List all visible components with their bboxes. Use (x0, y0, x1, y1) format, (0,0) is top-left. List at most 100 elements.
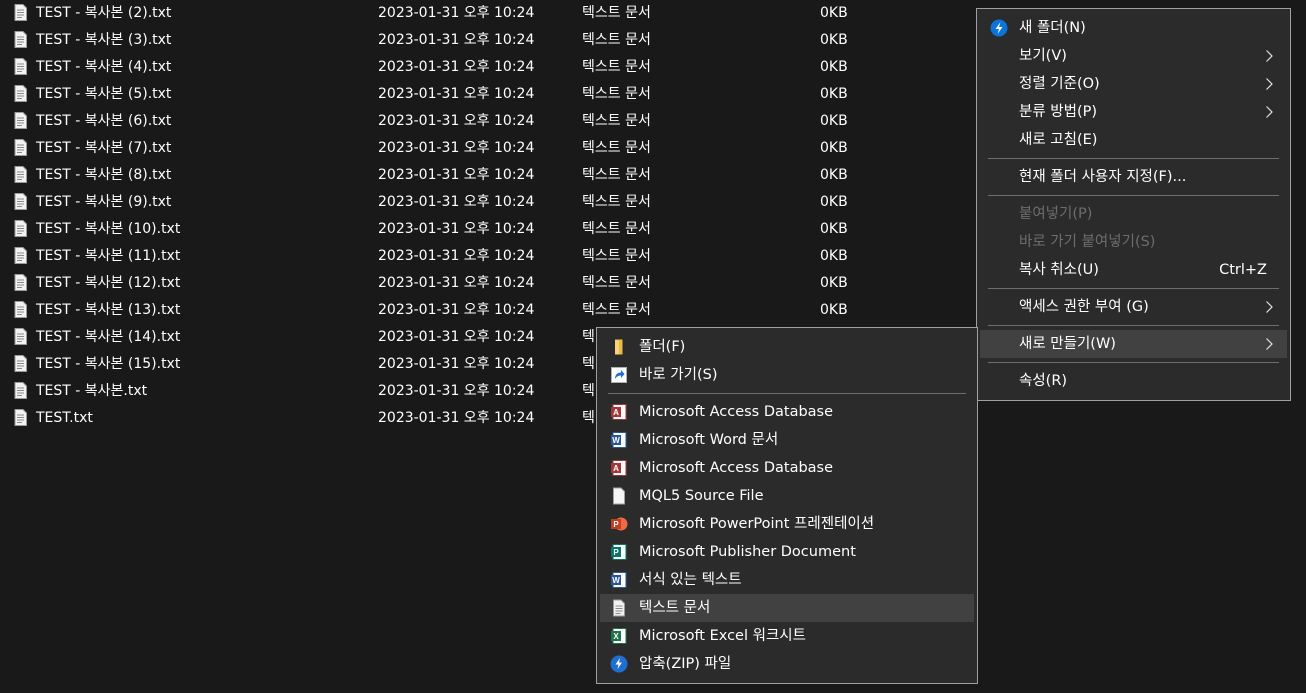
publisher-icon: P (611, 544, 627, 560)
file-row[interactable]: TEST - 복사본 (7).txt 2023-01-31 오후 10:24 텍… (0, 135, 980, 162)
file-name: TEST - 복사본 (12).txt (36, 275, 181, 291)
new-submenu: 폴더(F) 바로 가기(S) A Microsoft Access Databa… (596, 327, 978, 684)
file-date: 2023-01-31 오후 10:24 (378, 410, 535, 426)
submenu-item-text-doc[interactable]: 텍스트 문서 (600, 594, 974, 622)
menu-separator (988, 195, 1279, 196)
menu-item-group-by[interactable]: 분류 방법(P) (980, 98, 1287, 126)
svg-text:W: W (612, 576, 620, 585)
menu-item-label: 텍스트 문서 (639, 600, 711, 616)
menu-item-label: Microsoft Excel 워크시트 (639, 628, 806, 644)
svg-text:W: W (612, 436, 620, 445)
menu-item-label: 폴더(F) (639, 339, 686, 355)
file-row[interactable]: TEST - 복사본 (12).txt 2023-01-31 오후 10:24 … (0, 270, 980, 297)
file-type: 텍스트 문서 (582, 302, 651, 318)
file-row[interactable]: TEST - 복사본 (10).txt 2023-01-31 오후 10:24 … (0, 216, 980, 243)
file-name: TEST - 복사본 (11).txt (36, 248, 181, 264)
new-folder-icon (990, 19, 1008, 37)
file-row[interactable]: TEST - 복사본 (11).txt 2023-01-31 오후 10:24 … (0, 243, 980, 270)
submenu-item-access-db-2[interactable]: A Microsoft Access Database (600, 454, 974, 482)
file-row[interactable]: TEST - 복사본 (4).txt 2023-01-31 오후 10:24 텍… (0, 54, 980, 81)
menu-item-label: 정렬 기준(O) (1019, 76, 1100, 92)
menu-item-label: Microsoft Word 문서 (639, 432, 779, 448)
submenu-item-rich-text[interactable]: W 서식 있는 텍스트 (600, 566, 974, 594)
menu-item-label: Microsoft Access Database (639, 404, 834, 420)
chevron-right-icon (1266, 301, 1273, 313)
submenu-item-word-doc[interactable]: W Microsoft Word 문서 (600, 426, 974, 454)
file-row[interactable]: TEST - 복사본 (6).txt 2023-01-31 오후 10:24 텍… (0, 108, 980, 135)
shortcut-icon (611, 367, 627, 383)
text-file-icon (14, 301, 27, 318)
submenu-item-mql5[interactable]: MQL5 Source File (600, 482, 974, 510)
text-file-icon (14, 166, 27, 183)
file-size: 0KB (820, 221, 848, 237)
file-type: 텍 (582, 329, 595, 345)
file-date: 2023-01-31 오후 10:24 (378, 356, 535, 372)
menu-item-label: Microsoft PowerPoint 프레젠테이션 (639, 516, 875, 532)
file-row[interactable]: TEST - 복사본 (8).txt 2023-01-31 오후 10:24 텍… (0, 162, 980, 189)
menu-item-view[interactable]: 보기(V) (980, 42, 1287, 70)
menu-item-customize-folder[interactable]: 현재 폴더 사용자 지정(F)... (980, 163, 1287, 191)
text-file-icon (14, 112, 27, 129)
file-type: 텍스트 문서 (582, 113, 651, 129)
text-file-icon (14, 31, 27, 48)
menu-item-refresh[interactable]: 새로 고침(E) (980, 126, 1287, 154)
file-name: TEST - 복사본.txt (36, 383, 148, 399)
text-file-icon (14, 4, 27, 21)
text-file-icon (14, 355, 27, 372)
file-name: TEST - 복사본 (4).txt (36, 59, 172, 75)
file-type: 텍스트 문서 (582, 167, 651, 183)
file-size: 0KB (820, 140, 848, 156)
file-row[interactable]: TEST - 복사본 (3).txt 2023-01-31 오후 10:24 텍… (0, 27, 980, 54)
chevron-right-icon (1266, 106, 1273, 118)
menu-item-undo-copy[interactable]: 복사 취소(U) Ctrl+Z (980, 256, 1287, 284)
file-row[interactable]: TEST - 복사본 (5).txt 2023-01-31 오후 10:24 텍… (0, 81, 980, 108)
text-file-icon (14, 382, 27, 399)
file-date: 2023-01-31 오후 10:24 (378, 248, 535, 264)
file-date: 2023-01-31 오후 10:24 (378, 383, 535, 399)
text-file-icon (14, 328, 27, 345)
text-file-icon (14, 193, 27, 210)
menu-item-sort-by[interactable]: 정렬 기준(O) (980, 70, 1287, 98)
menu-item-new[interactable]: 새로 만들기(W) (980, 330, 1287, 358)
menu-item-label: 현재 폴더 사용자 지정(F)... (1019, 169, 1187, 185)
submenu-item-excel[interactable]: X Microsoft Excel 워크시트 (600, 622, 974, 650)
file-name: TEST - 복사본 (14).txt (36, 329, 181, 345)
submenu-item-publisher[interactable]: P Microsoft Publisher Document (600, 538, 974, 566)
file-size: 0KB (820, 113, 848, 129)
file-date: 2023-01-31 오후 10:24 (378, 329, 535, 345)
file-type: 텍스트 문서 (582, 221, 651, 237)
file-name: TEST - 복사본 (9).txt (36, 194, 172, 210)
menu-item-paste: 붙여넣기(P) (980, 200, 1287, 228)
keyboard-shortcut: Ctrl+Z (1219, 262, 1267, 278)
menu-item-give-access[interactable]: 액세스 권한 부여 (G) (980, 293, 1287, 321)
text-file-icon (14, 85, 27, 102)
file-type: 텍 (582, 383, 595, 399)
file-size: 0KB (820, 59, 848, 75)
file-type: 텍스트 문서 (582, 140, 651, 156)
text-file-icon (14, 247, 27, 264)
text-file-icon (14, 58, 27, 75)
menu-item-label: 액세스 권한 부여 (G) (1019, 299, 1149, 315)
menu-item-label: Microsoft Access Database (639, 460, 834, 476)
submenu-item-shortcut[interactable]: 바로 가기(S) (600, 361, 974, 389)
submenu-item-access-db[interactable]: A Microsoft Access Database (600, 398, 974, 426)
svg-text:X: X (613, 632, 619, 641)
submenu-item-powerpoint[interactable]: P Microsoft PowerPoint 프레젠테이션 (600, 510, 974, 538)
submenu-item-folder[interactable]: 폴더(F) (600, 333, 974, 361)
menu-item-label: MQL5 Source File (639, 488, 764, 504)
menu-item-new-folder[interactable]: 새 폴더(N) (980, 14, 1287, 42)
file-type: 텍스트 문서 (582, 59, 651, 75)
menu-item-properties[interactable]: 속성(R) (980, 367, 1287, 395)
file-type: 텍스트 문서 (582, 275, 651, 291)
file-type: 텍스트 문서 (582, 32, 651, 48)
menu-item-label: 바로 가기 붙여넣기(S) (1019, 234, 1156, 250)
file-row[interactable]: TEST - 복사본 (2).txt 2023-01-31 오후 10:24 텍… (0, 0, 980, 27)
file-row[interactable]: TEST - 복사본 (13).txt 2023-01-31 오후 10:24 … (0, 297, 980, 324)
menu-separator (608, 393, 966, 394)
file-type: 텍 (582, 356, 595, 372)
word-icon: W (611, 432, 627, 448)
submenu-item-zip[interactable]: 압축(ZIP) 파일 (600, 650, 974, 678)
file-date: 2023-01-31 오후 10:24 (378, 275, 535, 291)
file-date: 2023-01-31 오후 10:24 (378, 86, 535, 102)
file-row[interactable]: TEST - 복사본 (9).txt 2023-01-31 오후 10:24 텍… (0, 189, 980, 216)
